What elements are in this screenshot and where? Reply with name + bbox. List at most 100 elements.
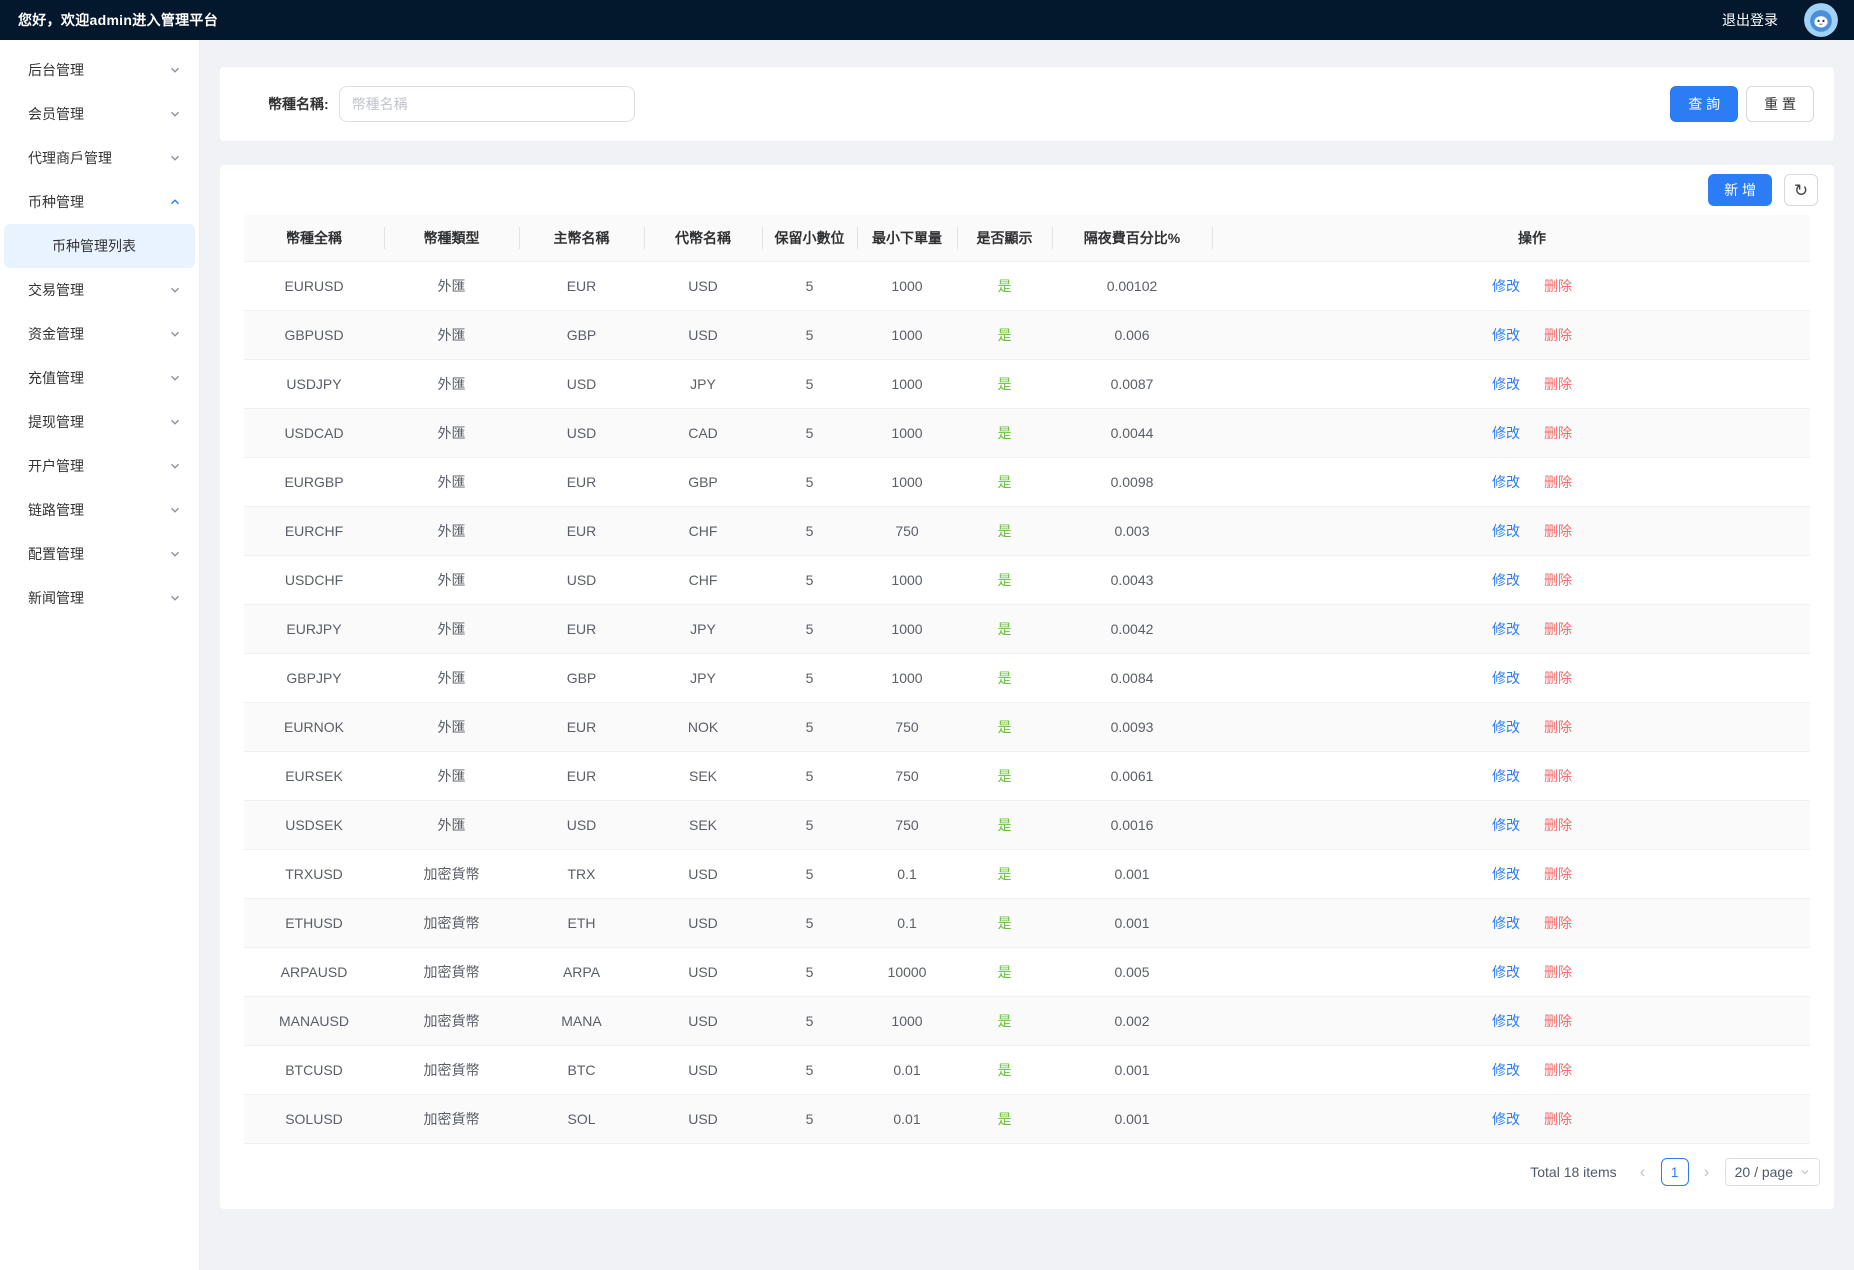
table-cell: BTC (519, 1045, 644, 1094)
edit-link[interactable]: 修改 (1492, 719, 1520, 735)
avatar[interactable] (1804, 3, 1838, 37)
chevron-up-icon (169, 196, 181, 208)
table-cell-filler (1212, 408, 1442, 457)
sidebar-item-label: 会员管理 (28, 104, 84, 124)
add-button[interactable]: 新 增 (1708, 174, 1772, 206)
chevron-down-icon (169, 548, 181, 560)
edit-link[interactable]: 修改 (1492, 1013, 1520, 1029)
edit-link[interactable]: 修改 (1492, 425, 1520, 441)
edit-link[interactable]: 修改 (1492, 278, 1520, 294)
query-button[interactable]: 查 詢 (1670, 86, 1738, 122)
sidebar-item[interactable]: 充值管理 (0, 356, 199, 400)
search-label: 幣種名稱: (268, 94, 329, 114)
delete-link[interactable]: 删除 (1544, 278, 1572, 294)
edit-link[interactable]: 修改 (1492, 964, 1520, 980)
page-size-value: 20 / page (1735, 1164, 1793, 1180)
delete-link[interactable]: 删除 (1544, 670, 1572, 686)
delete-link[interactable]: 删除 (1544, 817, 1572, 833)
table-cell: CHF (644, 555, 762, 604)
sidebar-subitem[interactable]: 币种管理列表 (4, 224, 195, 268)
table-cell: USD (644, 1045, 762, 1094)
table-row: USDCHF外匯USDCHF51000是0.0043修改删除 (244, 555, 1810, 604)
chevron-down-icon (169, 284, 181, 296)
page-size-select[interactable]: 20 / page (1725, 1158, 1820, 1186)
delete-link[interactable]: 删除 (1544, 768, 1572, 784)
edit-link[interactable]: 修改 (1492, 523, 1520, 539)
delete-link[interactable]: 删除 (1544, 327, 1572, 343)
edit-link[interactable]: 修改 (1492, 817, 1520, 833)
table-cell: 750 (857, 506, 957, 555)
sidebar-item[interactable]: 代理商戶管理 (0, 136, 199, 180)
table-cell: 1000 (857, 653, 957, 702)
sidebar-item[interactable]: 后台管理 (0, 48, 199, 92)
delete-link[interactable]: 删除 (1544, 376, 1572, 392)
table-header-row: 幣種全稱幣種類型主幣名稱代幣名稱保留小數位最小下單量是否顯示隔夜費百分比%操作 (244, 215, 1810, 261)
delete-link[interactable]: 删除 (1544, 915, 1572, 931)
edit-link[interactable]: 修改 (1492, 474, 1520, 490)
delete-link[interactable]: 删除 (1544, 719, 1572, 735)
page-number-button[interactable]: 1 (1661, 1158, 1689, 1186)
sidebar-item[interactable]: 交易管理 (0, 268, 199, 312)
sidebar-item-label: 开户管理 (28, 456, 84, 476)
table-cell: 是 (957, 310, 1052, 359)
delete-link[interactable]: 删除 (1544, 425, 1572, 441)
table-row: ETHUSD加密貨幣ETHUSD50.1是0.001修改删除 (244, 898, 1810, 947)
delete-link[interactable]: 删除 (1544, 621, 1572, 637)
table-cell-actions: 修改 删除 (1442, 506, 1622, 555)
sidebar-item[interactable]: 配置管理 (0, 532, 199, 576)
sidebar-item-label: 链路管理 (28, 500, 84, 520)
table-cell: GBP (519, 310, 644, 359)
delete-link[interactable]: 删除 (1544, 1111, 1572, 1127)
delete-link[interactable]: 删除 (1544, 866, 1572, 882)
delete-link[interactable]: 删除 (1544, 1013, 1572, 1029)
table-cell: USD (519, 359, 644, 408)
edit-link[interactable]: 修改 (1492, 915, 1520, 931)
sidebar-item[interactable]: 资金管理 (0, 312, 199, 356)
table-cell: USD (644, 310, 762, 359)
table-cell: 是 (957, 359, 1052, 408)
table-cell: 是 (957, 1045, 1052, 1094)
edit-link[interactable]: 修改 (1492, 1111, 1520, 1127)
table-cell: 0.001 (1052, 1094, 1212, 1143)
logout-button[interactable]: 退出登录 (1722, 10, 1778, 30)
reset-button[interactable]: 重 置 (1746, 86, 1814, 122)
edit-link[interactable]: 修改 (1492, 670, 1520, 686)
table-cell: 750 (857, 800, 957, 849)
sidebar-item[interactable]: 新闻管理 (0, 576, 199, 620)
sidebar-item-label: 配置管理 (28, 544, 84, 564)
table-cell-filler (1212, 849, 1442, 898)
edit-link[interactable]: 修改 (1492, 768, 1520, 784)
table-cell-filler (1212, 555, 1442, 604)
edit-link[interactable]: 修改 (1492, 1062, 1520, 1078)
column-header: 最小下單量 (857, 215, 957, 261)
edit-link[interactable]: 修改 (1492, 327, 1520, 343)
table-cell: 5 (762, 1045, 857, 1094)
sidebar-item-label: 新闻管理 (28, 588, 84, 608)
sidebar-item[interactable]: 币种管理 (0, 180, 199, 224)
edit-link[interactable]: 修改 (1492, 376, 1520, 392)
next-page-button[interactable]: › (1697, 1162, 1717, 1182)
delete-link[interactable]: 删除 (1544, 572, 1572, 588)
table-cell-filler (1622, 555, 1810, 604)
edit-link[interactable]: 修改 (1492, 621, 1520, 637)
sidebar-item[interactable]: 会员管理 (0, 92, 199, 136)
table-cell-actions: 修改 删除 (1442, 604, 1622, 653)
delete-link[interactable]: 删除 (1544, 964, 1572, 980)
refresh-button[interactable]: ↻ (1784, 174, 1818, 206)
sidebar-item[interactable]: 链路管理 (0, 488, 199, 532)
delete-link[interactable]: 删除 (1544, 474, 1572, 490)
table-cell: 5 (762, 555, 857, 604)
delete-link[interactable]: 删除 (1544, 1062, 1572, 1078)
search-input[interactable] (339, 86, 635, 122)
table-cell: 0.01 (857, 1045, 957, 1094)
sidebar-item[interactable]: 开户管理 (0, 444, 199, 488)
table-body: EURUSD外匯EURUSD51000是0.00102修改删除GBPUSD外匯G… (244, 261, 1810, 1143)
edit-link[interactable]: 修改 (1492, 572, 1520, 588)
sidebar-item[interactable]: 提现管理 (0, 400, 199, 444)
prev-page-button[interactable]: ‹ (1633, 1162, 1653, 1182)
table-cell-filler (1622, 359, 1810, 408)
delete-link[interactable]: 删除 (1544, 523, 1572, 539)
edit-link[interactable]: 修改 (1492, 866, 1520, 882)
table-cell: EUR (519, 702, 644, 751)
sidebar-item-label: 代理商戶管理 (28, 148, 112, 168)
